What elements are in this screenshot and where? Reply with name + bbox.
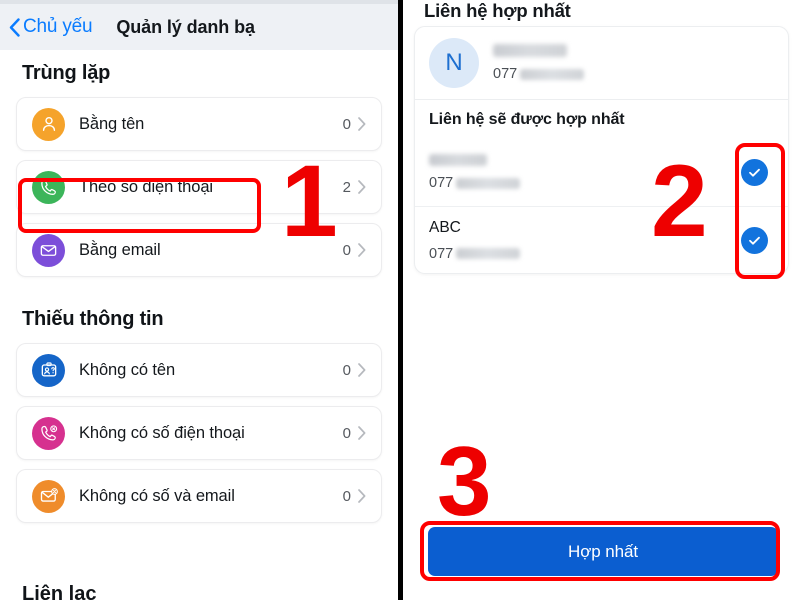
list-item-label: Bằng tên: [79, 114, 145, 133]
phone-number-redacted: [456, 177, 521, 189]
list-item-khong-co-so-dien-thoai[interactable]: Không có số điện thoại 0: [16, 406, 382, 460]
chevron-left-icon: [9, 17, 20, 37]
chevron-right-icon: [358, 489, 366, 503]
left-phone-screen: Chủ yếu Quản lý danh bạ Trùng lặp Bằng t…: [0, 0, 398, 600]
phone-prefix: 077: [429, 175, 454, 191]
phone-number-redacted: [456, 248, 521, 259]
chevron-right-icon: [358, 426, 366, 440]
contact-info: ABC 077: [429, 219, 741, 262]
primary-contact-phone: 077: [493, 66, 585, 82]
page-title: Quản lý danh bạ: [116, 16, 255, 37]
back-button[interactable]: Chủ yếu: [9, 16, 93, 38]
right-phone-screen: Liên hệ hợp nhất N 077 Liên hệ sẽ được h…: [403, 0, 800, 600]
chevron-right-icon: [358, 117, 366, 131]
phone-prefix: 077: [429, 245, 454, 262]
person-icon: [32, 107, 65, 141]
list-item-label: Bằng email: [79, 240, 161, 259]
chevron-right-icon: [358, 243, 366, 257]
list-item-count: 2: [342, 178, 351, 196]
avatar-initial: N: [445, 49, 463, 76]
list-item-khong-co-ten[interactable]: Không có tên 0: [16, 343, 382, 397]
contact-info: 077: [429, 154, 741, 191]
check-circle-icon[interactable]: [741, 226, 768, 254]
screenshot-root: Chủ yếu Quản lý danh bạ Trùng lặp Bằng t…: [0, 0, 800, 600]
phone-missing-icon: [32, 416, 65, 450]
contact-row[interactable]: ABC 077: [415, 206, 788, 273]
chevron-right-icon: [358, 180, 366, 194]
list-item-theo-so-dien-thoai[interactable]: Theo số điện thoại 2: [16, 160, 382, 214]
list-item-count: 0: [342, 361, 351, 379]
phone-icon: [32, 170, 65, 204]
list-item-label: Không có số điện thoại: [79, 423, 245, 442]
list-item-label: Theo số điện thoại: [79, 177, 213, 196]
list-item-label: Không có tên: [79, 360, 176, 379]
merge-list-subheading: Liên hệ sẽ được hợp nhất: [415, 99, 788, 139]
phone-number-redacted: [520, 68, 585, 80]
merge-button[interactable]: Hợp nhất: [428, 527, 778, 576]
list-item-bang-email[interactable]: Bằng email 0: [16, 223, 382, 277]
merge-screen-heading: Liên hệ hợp nhất: [424, 0, 571, 21]
check-circle-icon[interactable]: [741, 159, 768, 186]
navigation-bar: Chủ yếu Quản lý danh bạ: [0, 4, 398, 50]
list-item-count: 0: [342, 241, 351, 259]
id-card-question-icon: [32, 353, 65, 387]
contact-name-redacted: [429, 154, 487, 166]
contact-phone: 077: [429, 246, 741, 262]
contact-row[interactable]: 077: [415, 139, 788, 206]
avatar: N: [429, 38, 479, 88]
phone-prefix: 077: [493, 66, 518, 82]
chevron-right-icon: [358, 363, 366, 377]
contact-name: ABC: [429, 218, 461, 236]
section-title-missing-info: Thiếu thông tin: [22, 308, 164, 330]
list-item-bang-ten[interactable]: Bằng tên 0: [16, 97, 382, 151]
primary-contact-info: 077: [493, 44, 585, 82]
list-item-label: Không có số và email: [79, 486, 235, 505]
list-item-count: 0: [342, 115, 351, 133]
list-item-count: 0: [342, 487, 351, 505]
envelope-icon: [32, 233, 65, 267]
section-title-lien-lac: Liên lạc: [22, 583, 97, 600]
left-content: Trùng lặp Bằng tên 0 Theo số điện thoại …: [0, 50, 398, 600]
back-button-label: Chủ yếu: [23, 16, 93, 37]
list-item-khong-co-so-va-email[interactable]: Không có số và email 0: [16, 469, 382, 523]
section-title-duplicates: Trùng lặp: [22, 62, 111, 84]
envelope-missing-icon: [32, 479, 65, 513]
contact-phone: 077: [429, 175, 741, 191]
primary-contact-row[interactable]: N 077: [415, 27, 788, 99]
merge-contacts-card: N 077 Liên hệ sẽ được hợp nhất 077 ABC 0…: [414, 26, 789, 274]
primary-contact-name-redacted: [493, 44, 567, 57]
list-item-count: 0: [342, 424, 351, 442]
